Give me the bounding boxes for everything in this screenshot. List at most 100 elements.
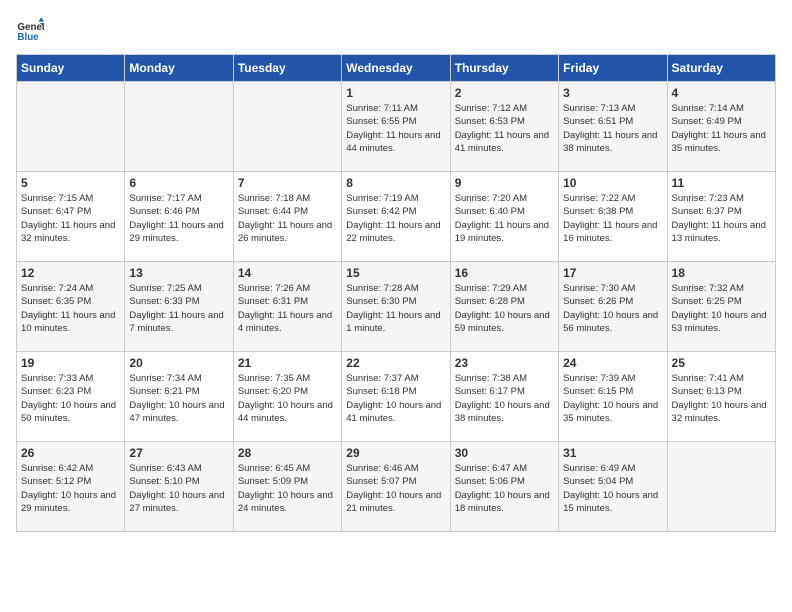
- day-number: 4: [672, 86, 771, 100]
- day-cell: 20Sunrise: 7:34 AM Sunset: 6:21 PM Dayli…: [125, 352, 233, 442]
- day-cell: 25Sunrise: 7:41 AM Sunset: 6:13 PM Dayli…: [667, 352, 775, 442]
- calendar-header: SundayMondayTuesdayWednesdayThursdayFrid…: [17, 55, 776, 82]
- day-number: 5: [21, 176, 120, 190]
- calendar-table: SundayMondayTuesdayWednesdayThursdayFrid…: [16, 54, 776, 532]
- day-number: 1: [346, 86, 445, 100]
- header-day-sunday: Sunday: [17, 55, 125, 82]
- day-number: 17: [563, 266, 662, 280]
- day-cell: 9 Sunrise: 7:20 AM Sunset: 6:40 PM Daylig…: [450, 172, 558, 262]
- day-info: Sunrise: 7:24 AM Sunset: 6:35 PM Dayligh…: [21, 282, 120, 335]
- day-number: 10: [563, 176, 662, 190]
- day-info: Sunrise: 7:22 AM Sunset: 6:38 PM Dayligh…: [563, 192, 662, 245]
- day-cell: 19Sunrise: 7:33 AM Sunset: 6:23 PM Dayli…: [17, 352, 125, 442]
- day-cell: 22Sunrise: 7:37 AM Sunset: 6:18 PM Dayli…: [342, 352, 450, 442]
- svg-text:Blue: Blue: [17, 32, 39, 43]
- day-cell: 27Sunrise: 6:43 AM Sunset: 5:10 PM Dayli…: [125, 442, 233, 532]
- day-cell: 28 Sunrise: 6:45 AM Sunset: 5:09 PM Dayli…: [233, 442, 341, 532]
- day-info: Sunrise: 6:49 AM Sunset: 5:04 PM Dayligh…: [563, 462, 662, 515]
- day-cell: 16 Sunrise: 7:29 AM Sunset: 6:28 PM Dayli…: [450, 262, 558, 352]
- logo-icon: General Blue: [16, 16, 44, 44]
- day-cell: 23 Sunrise: 7:38 AM Sunset: 6:17 PM Dayli…: [450, 352, 558, 442]
- calendar-body: 1 Sunrise: 7:11 AM Sunset: 6:55 PM Daylig…: [17, 82, 776, 532]
- day-cell: 3 Sunrise: 7:13 AM Sunset: 6:51 PM Daylig…: [559, 82, 667, 172]
- day-info: Sunrise: 7:28 AM Sunset: 6:30 PM Dayligh…: [346, 282, 445, 335]
- day-info: Sunrise: 7:11 AM Sunset: 6:55 PM Dayligh…: [346, 102, 445, 155]
- day-number: 25: [672, 356, 771, 370]
- week-row-0: 1 Sunrise: 7:11 AM Sunset: 6:55 PM Daylig…: [17, 82, 776, 172]
- day-cell: 10 Sunrise: 7:22 AM Sunset: 6:38 PM Dayli…: [559, 172, 667, 262]
- day-number: 22: [346, 356, 445, 370]
- day-cell: 8 Sunrise: 7:19 AM Sunset: 6:42 PM Daylig…: [342, 172, 450, 262]
- day-info: Sunrise: 7:34 AM Sunset: 6:21 PM Dayligh…: [129, 372, 228, 425]
- day-cell: 17 Sunrise: 7:30 AM Sunset: 6:26 PM Dayli…: [559, 262, 667, 352]
- day-cell: 6 Sunrise: 7:17 AM Sunset: 6:46 PM Daylig…: [125, 172, 233, 262]
- day-number: 11: [672, 176, 771, 190]
- day-number: 8: [346, 176, 445, 190]
- day-cell: [17, 82, 125, 172]
- day-cell: 18Sunrise: 7:32 AM Sunset: 6:25 PM Dayli…: [667, 262, 775, 352]
- day-info: Sunrise: 6:45 AM Sunset: 5:09 PM Dayligh…: [238, 462, 337, 515]
- day-info: Sunrise: 7:20 AM Sunset: 6:40 PM Dayligh…: [455, 192, 554, 245]
- day-cell: 13 Sunrise: 7:25 AM Sunset: 6:33 PM Dayli…: [125, 262, 233, 352]
- day-cell: 1 Sunrise: 7:11 AM Sunset: 6:55 PM Daylig…: [342, 82, 450, 172]
- day-info: Sunrise: 7:26 AM Sunset: 6:31 PM Dayligh…: [238, 282, 337, 335]
- day-number: 28: [238, 446, 337, 460]
- day-info: Sunrise: 7:30 AM Sunset: 6:26 PM Dayligh…: [563, 282, 662, 335]
- day-cell: 12 Sunrise: 7:24 AM Sunset: 6:35 PM Dayli…: [17, 262, 125, 352]
- day-number: 12: [21, 266, 120, 280]
- day-cell: 30 Sunrise: 6:47 AM Sunset: 5:06 PM Dayli…: [450, 442, 558, 532]
- header-day-monday: Monday: [125, 55, 233, 82]
- day-number: 31: [563, 446, 662, 460]
- day-number: 23: [455, 356, 554, 370]
- day-cell: 5Sunrise: 7:15 AM Sunset: 6:47 PM Daylig…: [17, 172, 125, 262]
- day-cell: 31 Sunrise: 6:49 AM Sunset: 5:04 PM Dayli…: [559, 442, 667, 532]
- header-day-tuesday: Tuesday: [233, 55, 341, 82]
- day-cell: [233, 82, 341, 172]
- week-row-4: 26 Sunrise: 6:42 AM Sunset: 5:12 PM Dayli…: [17, 442, 776, 532]
- day-info: Sunrise: 7:23 AM Sunset: 6:37 PM Dayligh…: [672, 192, 771, 245]
- day-number: 14: [238, 266, 337, 280]
- day-cell: 7Sunrise: 7:18 AM Sunset: 6:44 PM Daylig…: [233, 172, 341, 262]
- day-info: Sunrise: 7:29 AM Sunset: 6:28 PM Dayligh…: [455, 282, 554, 335]
- day-cell: 2Sunrise: 7:12 AM Sunset: 6:53 PM Daylig…: [450, 82, 558, 172]
- header-day-wednesday: Wednesday: [342, 55, 450, 82]
- day-cell: 21Sunrise: 7:35 AM Sunset: 6:20 PM Dayli…: [233, 352, 341, 442]
- day-cell: [125, 82, 233, 172]
- day-number: 18: [672, 266, 771, 280]
- week-row-3: 19Sunrise: 7:33 AM Sunset: 6:23 PM Dayli…: [17, 352, 776, 442]
- week-row-1: 5Sunrise: 7:15 AM Sunset: 6:47 PM Daylig…: [17, 172, 776, 262]
- day-info: Sunrise: 7:38 AM Sunset: 6:17 PM Dayligh…: [455, 372, 554, 425]
- day-cell: 4 Sunrise: 7:14 AM Sunset: 6:49 PM Daylig…: [667, 82, 775, 172]
- day-number: 3: [563, 86, 662, 100]
- day-number: 7: [238, 176, 337, 190]
- day-info: Sunrise: 7:13 AM Sunset: 6:51 PM Dayligh…: [563, 102, 662, 155]
- day-number: 24: [563, 356, 662, 370]
- day-number: 13: [129, 266, 228, 280]
- day-number: 26: [21, 446, 120, 460]
- logo: General Blue: [16, 16, 48, 44]
- day-info: Sunrise: 7:17 AM Sunset: 6:46 PM Dayligh…: [129, 192, 228, 245]
- day-cell: 15Sunrise: 7:28 AM Sunset: 6:30 PM Dayli…: [342, 262, 450, 352]
- day-number: 9: [455, 176, 554, 190]
- day-cell: 11 Sunrise: 7:23 AM Sunset: 6:37 PM Dayli…: [667, 172, 775, 262]
- day-info: Sunrise: 7:14 AM Sunset: 6:49 PM Dayligh…: [672, 102, 771, 155]
- day-number: 21: [238, 356, 337, 370]
- day-cell: 26 Sunrise: 6:42 AM Sunset: 5:12 PM Dayli…: [17, 442, 125, 532]
- day-info: Sunrise: 7:12 AM Sunset: 6:53 PM Dayligh…: [455, 102, 554, 155]
- week-row-2: 12 Sunrise: 7:24 AM Sunset: 6:35 PM Dayli…: [17, 262, 776, 352]
- day-info: Sunrise: 7:39 AM Sunset: 6:15 PM Dayligh…: [563, 372, 662, 425]
- day-number: 30: [455, 446, 554, 460]
- header-row: SundayMondayTuesdayWednesdayThursdayFrid…: [17, 55, 776, 82]
- header-day-thursday: Thursday: [450, 55, 558, 82]
- day-info: Sunrise: 7:25 AM Sunset: 6:33 PM Dayligh…: [129, 282, 228, 335]
- header-day-friday: Friday: [559, 55, 667, 82]
- day-cell: 24 Sunrise: 7:39 AM Sunset: 6:15 PM Dayli…: [559, 352, 667, 442]
- day-info: Sunrise: 6:46 AM Sunset: 5:07 PM Dayligh…: [346, 462, 445, 515]
- day-number: 6: [129, 176, 228, 190]
- day-info: Sunrise: 6:42 AM Sunset: 5:12 PM Dayligh…: [21, 462, 120, 515]
- day-info: Sunrise: 7:19 AM Sunset: 6:42 PM Dayligh…: [346, 192, 445, 245]
- day-info: Sunrise: 7:33 AM Sunset: 6:23 PM Dayligh…: [21, 372, 120, 425]
- day-cell: [667, 442, 775, 532]
- day-info: Sunrise: 6:47 AM Sunset: 5:06 PM Dayligh…: [455, 462, 554, 515]
- day-number: 16: [455, 266, 554, 280]
